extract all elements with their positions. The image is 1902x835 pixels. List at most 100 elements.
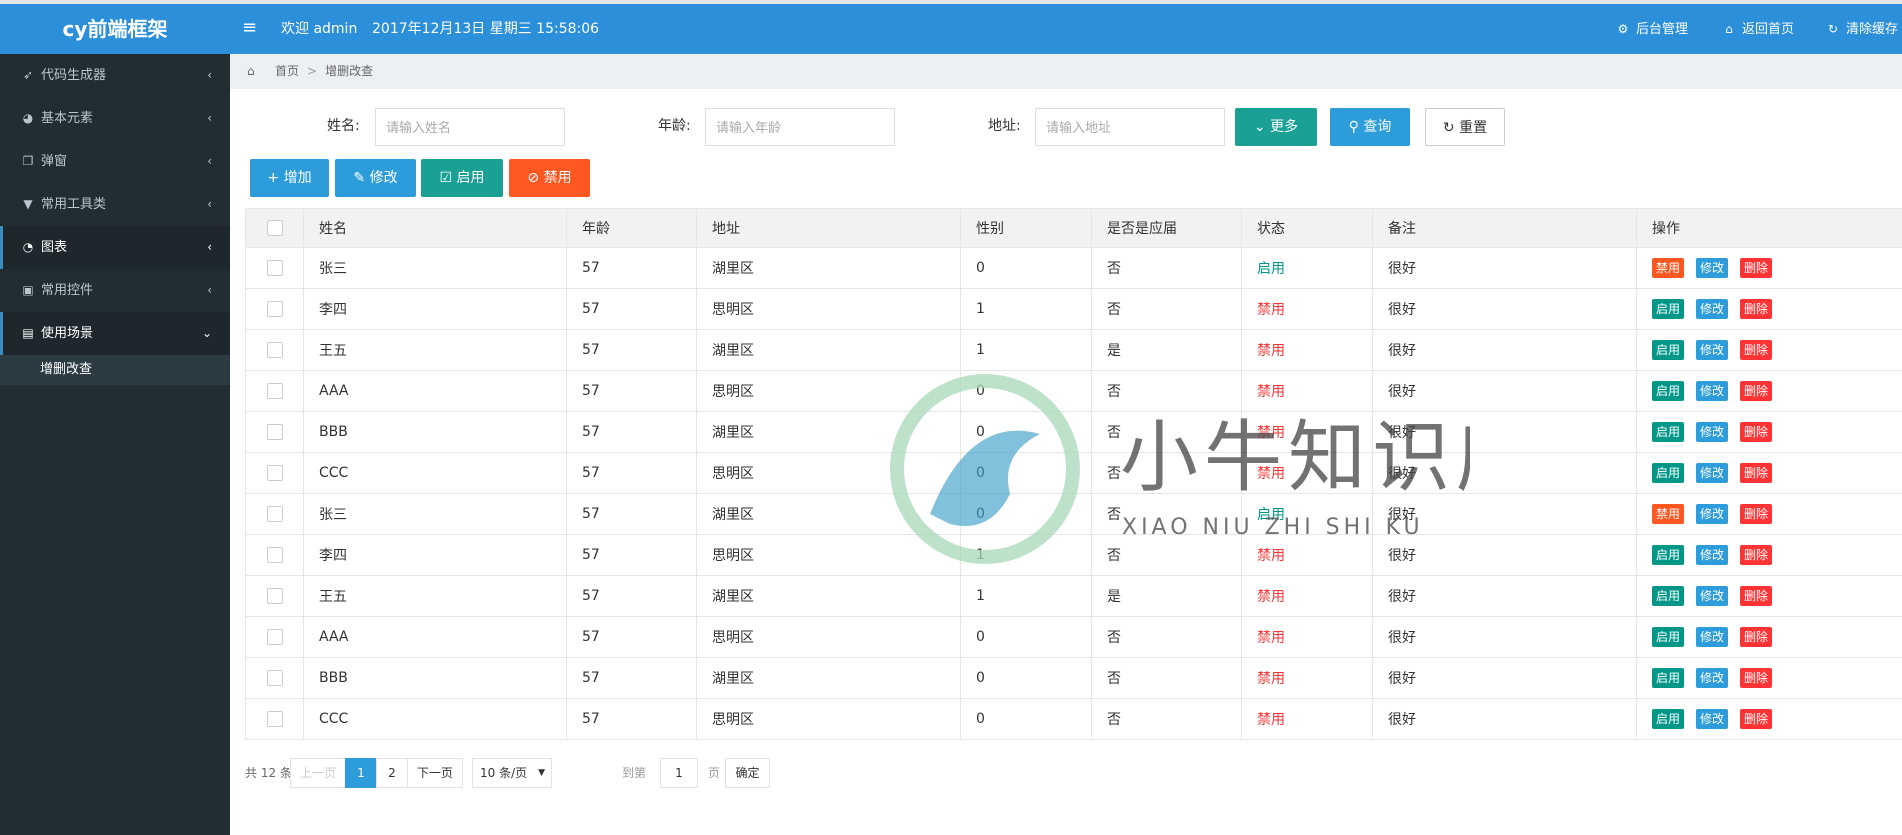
row-edit-button[interactable]: 修改 <box>1696 299 1729 319</box>
reset-button[interactable]: ↻ 重置 <box>1425 108 1505 146</box>
row-delete-button[interactable]: 删除 <box>1740 258 1773 278</box>
row-edit-button[interactable]: 修改 <box>1696 422 1729 442</box>
add-button[interactable]: + 增加 <box>250 159 329 197</box>
row-edit-button[interactable]: 修改 <box>1696 709 1729 729</box>
row-delete-button[interactable]: 删除 <box>1740 627 1773 647</box>
column-header-status[interactable]: 状态 <box>1241 208 1373 248</box>
table-row[interactable]: CCC 57 思明区 0 否禁用 很好 启用 修改 删除 <box>245 698 1902 740</box>
row-checkbox[interactable] <box>266 588 283 604</box>
row-delete-button[interactable]: 删除 <box>1740 299 1773 319</box>
row-toggle-button[interactable]: 禁用 <box>1652 504 1685 524</box>
row-checkbox[interactable] <box>266 383 283 399</box>
breadcrumb-home[interactable]: 首页 <box>275 64 299 78</box>
sidebar-item-popup[interactable]: ❐ 弹窗 ‹ <box>0 140 230 183</box>
app-logo[interactable]: cy前端框架 <box>0 4 230 54</box>
nav-admin[interactable]: ⚙ 后台管理 <box>1616 4 1688 55</box>
row-delete-button[interactable]: 删除 <box>1740 340 1773 360</box>
table-row[interactable]: 张三 57 湖里区 0 否启用 很好 禁用 修改 删除 <box>245 247 1902 289</box>
row-delete-button[interactable]: 删除 <box>1740 422 1773 442</box>
row-toggle-button[interactable]: 启用 <box>1652 586 1685 606</box>
row-edit-button[interactable]: 修改 <box>1696 504 1729 524</box>
sidebar-item-charts[interactable]: ◔ 图表 ‹ <box>0 226 230 269</box>
table-row[interactable]: CCC 57 思明区 0 否禁用 很好 启用 修改 删除 <box>245 452 1902 494</box>
row-toggle-button[interactable]: 启用 <box>1652 340 1685 360</box>
row-edit-button[interactable]: 修改 <box>1696 586 1729 606</box>
row-checkbox[interactable] <box>266 506 283 522</box>
row-toggle-button[interactable]: 启用 <box>1652 545 1685 565</box>
row-delete-button[interactable]: 删除 <box>1740 504 1773 524</box>
table-row[interactable]: 李四 57 思明区 1 否禁用 很好 启用 修改 删除 <box>245 288 1902 330</box>
address-filter-input[interactable] <box>1035 108 1225 146</box>
more-button[interactable]: ⌄ 更多 <box>1235 108 1317 146</box>
row-delete-button[interactable]: 删除 <box>1740 463 1773 483</box>
row-toggle-button[interactable]: 启用 <box>1652 627 1685 647</box>
column-header-address[interactable]: 地址 <box>696 208 961 248</box>
row-checkbox[interactable] <box>266 301 283 317</box>
page-button-1[interactable]: 1 <box>345 758 377 788</box>
row-checkbox[interactable] <box>266 465 283 481</box>
row-delete-button[interactable]: 删除 <box>1740 586 1773 606</box>
row-delete-button[interactable]: 删除 <box>1740 545 1773 565</box>
page-size-select[interactable]: 10 条/页 ▼ <box>472 758 552 788</box>
table-row[interactable]: 张三 57 湖里区 0 否启用 很好 禁用 修改 删除 <box>245 493 1902 535</box>
row-toggle-button[interactable]: 启用 <box>1652 463 1685 483</box>
sidebar-item-controls[interactable]: ▣ 常用控件 ‹ <box>0 269 230 312</box>
row-edit-button[interactable]: 修改 <box>1696 627 1729 647</box>
table-row[interactable]: AAA 57 思明区 0 否禁用 很好 启用 修改 删除 <box>245 616 1902 658</box>
disable-button[interactable]: ⊘ 禁用 <box>509 159 590 197</box>
row-checkbox[interactable] <box>266 711 283 727</box>
row-checkbox[interactable] <box>266 629 283 645</box>
prev-page-button[interactable]: 上一页 <box>290 758 346 788</box>
sidebar-subitem-crud[interactable]: 增删改查 <box>0 355 230 385</box>
row-edit-button[interactable]: 修改 <box>1696 463 1729 483</box>
row-delete-button[interactable]: 删除 <box>1740 381 1773 401</box>
table-row[interactable]: 王五 57 湖里区 1 是禁用 很好 启用 修改 删除 <box>245 575 1902 617</box>
row-checkbox[interactable] <box>266 260 283 276</box>
goto-page-input[interactable]: 1 <box>660 758 698 788</box>
row-edit-button[interactable]: 修改 <box>1696 668 1729 688</box>
row-toggle-button[interactable]: 启用 <box>1652 381 1685 401</box>
row-toggle-button[interactable]: 启用 <box>1652 422 1685 442</box>
edit-button[interactable]: ✎ 修改 <box>335 159 416 197</box>
column-header-name[interactable]: 姓名 <box>303 208 567 248</box>
home-icon[interactable]: ⌂ <box>247 54 265 89</box>
row-toggle-button[interactable]: 启用 <box>1652 709 1685 729</box>
column-header-sex[interactable]: 性别 <box>960 208 1092 248</box>
table-row[interactable]: BBB 57 湖里区 0 否禁用 很好 启用 修改 删除 <box>245 657 1902 699</box>
table-row[interactable]: 王五 57 湖里区 1 是禁用 很好 启用 修改 删除 <box>245 329 1902 371</box>
row-checkbox[interactable] <box>266 342 283 358</box>
page-button-2[interactable]: 2 <box>376 758 408 788</box>
next-page-button[interactable]: 下一页 <box>407 758 463 788</box>
row-toggle-button[interactable]: 禁用 <box>1652 258 1685 278</box>
age-filter-input[interactable] <box>705 108 895 146</box>
query-button[interactable]: ⚲ 查询 <box>1330 108 1410 146</box>
row-delete-button[interactable]: 删除 <box>1740 709 1773 729</box>
sidebar-item-code-generator[interactable]: ➶ 代码生成器 ‹ <box>0 54 230 97</box>
row-edit-button[interactable]: 修改 <box>1696 381 1729 401</box>
enable-button[interactable]: ☑ 启用 <box>421 159 503 197</box>
row-edit-button[interactable]: 修改 <box>1696 340 1729 360</box>
name-filter-input[interactable] <box>375 108 565 146</box>
sidebar-item-tools[interactable]: ▼ 常用工具类 ‹ <box>0 183 230 226</box>
row-delete-button[interactable]: 删除 <box>1740 668 1773 688</box>
column-header-age[interactable]: 年龄 <box>566 208 697 248</box>
row-edit-button[interactable]: 修改 <box>1696 545 1729 565</box>
column-header-graduate[interactable]: 是否是应届 <box>1091 208 1242 248</box>
row-checkbox[interactable] <box>266 424 283 440</box>
table-row[interactable]: AAA 57 思明区 0 否禁用 很好 启用 修改 删除 <box>245 370 1902 412</box>
sidebar-item-basic-elements[interactable]: ◕ 基本元素 ‹ <box>0 97 230 140</box>
row-checkbox[interactable] <box>266 670 283 686</box>
menu-toggle-icon[interactable]: ≡ <box>242 19 258 39</box>
nav-clear-cache[interactable]: ↻ 清除缓存 <box>1826 4 1898 55</box>
row-edit-button[interactable]: 修改 <box>1696 258 1729 278</box>
row-checkbox[interactable] <box>266 547 283 563</box>
select-all-checkbox[interactable] <box>266 220 283 236</box>
goto-confirm-button[interactable]: 确定 <box>725 758 770 788</box>
sidebar-item-scenarios[interactable]: ▤ 使用场景 ⌄ <box>0 312 230 355</box>
column-header-note[interactable]: 备注 <box>1372 208 1637 248</box>
row-toggle-button[interactable]: 启用 <box>1652 299 1685 319</box>
table-row[interactable]: 李四 57 思明区 1 否禁用 很好 启用 修改 删除 <box>245 534 1902 576</box>
table-row[interactable]: BBB 57 湖里区 0 否禁用 很好 启用 修改 删除 <box>245 411 1902 453</box>
row-toggle-button[interactable]: 启用 <box>1652 668 1685 688</box>
nav-home[interactable]: ⌂ 返回首页 <box>1722 4 1794 55</box>
